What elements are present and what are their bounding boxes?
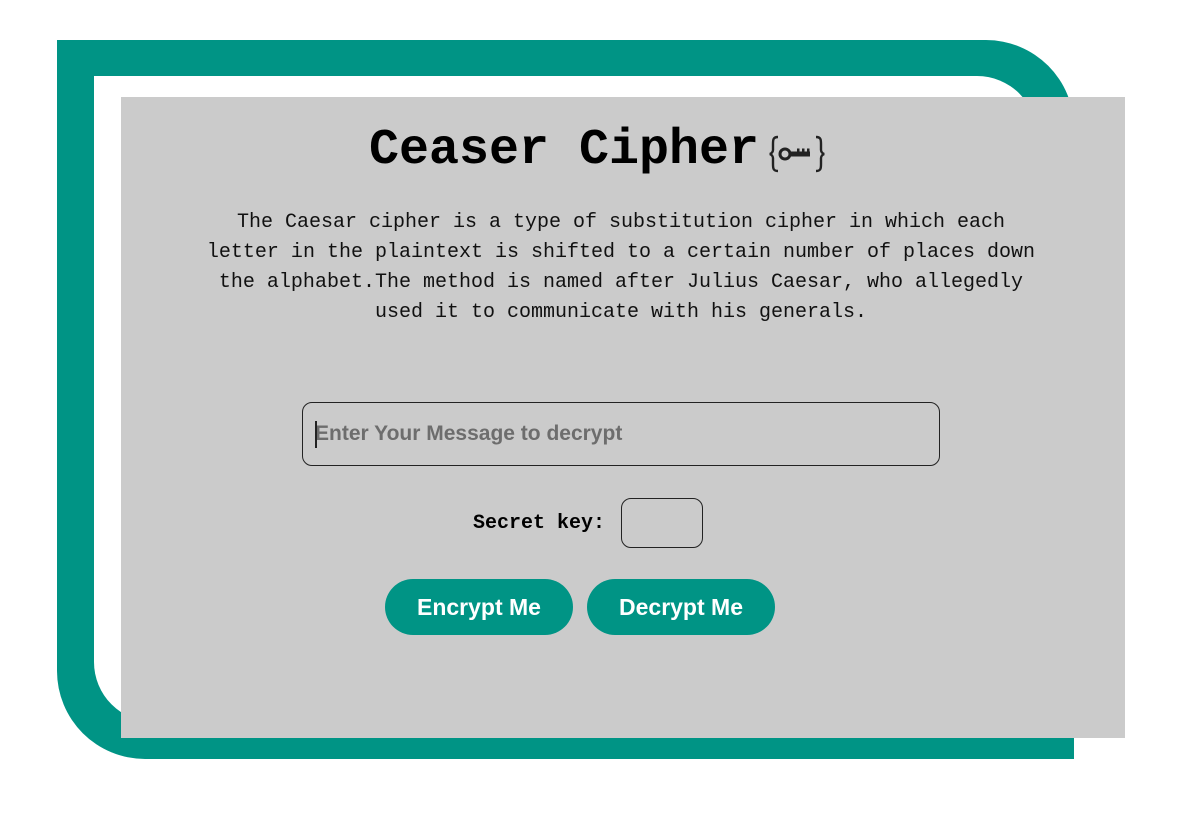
action-buttons: Encrypt Me Decrypt Me bbox=[0, 578, 1182, 636]
secret-key-row: Secret key: bbox=[0, 497, 1204, 549]
secret-key-input[interactable] bbox=[621, 498, 704, 548]
title-row: Ceaser Cipher bbox=[0, 118, 1204, 182]
decrypt-button[interactable]: Decrypt Me bbox=[587, 579, 775, 635]
message-input[interactable] bbox=[302, 402, 940, 466]
cipher-description: The Caesar cipher is a type of substitut… bbox=[206, 211, 1036, 324]
key-icon bbox=[769, 134, 825, 174]
secret-key-label: Secret key: bbox=[472, 511, 606, 535]
encrypt-button[interactable]: Encrypt Me bbox=[385, 579, 573, 635]
page-title: Ceaser Cipher bbox=[368, 121, 760, 179]
text-caret bbox=[315, 421, 317, 448]
